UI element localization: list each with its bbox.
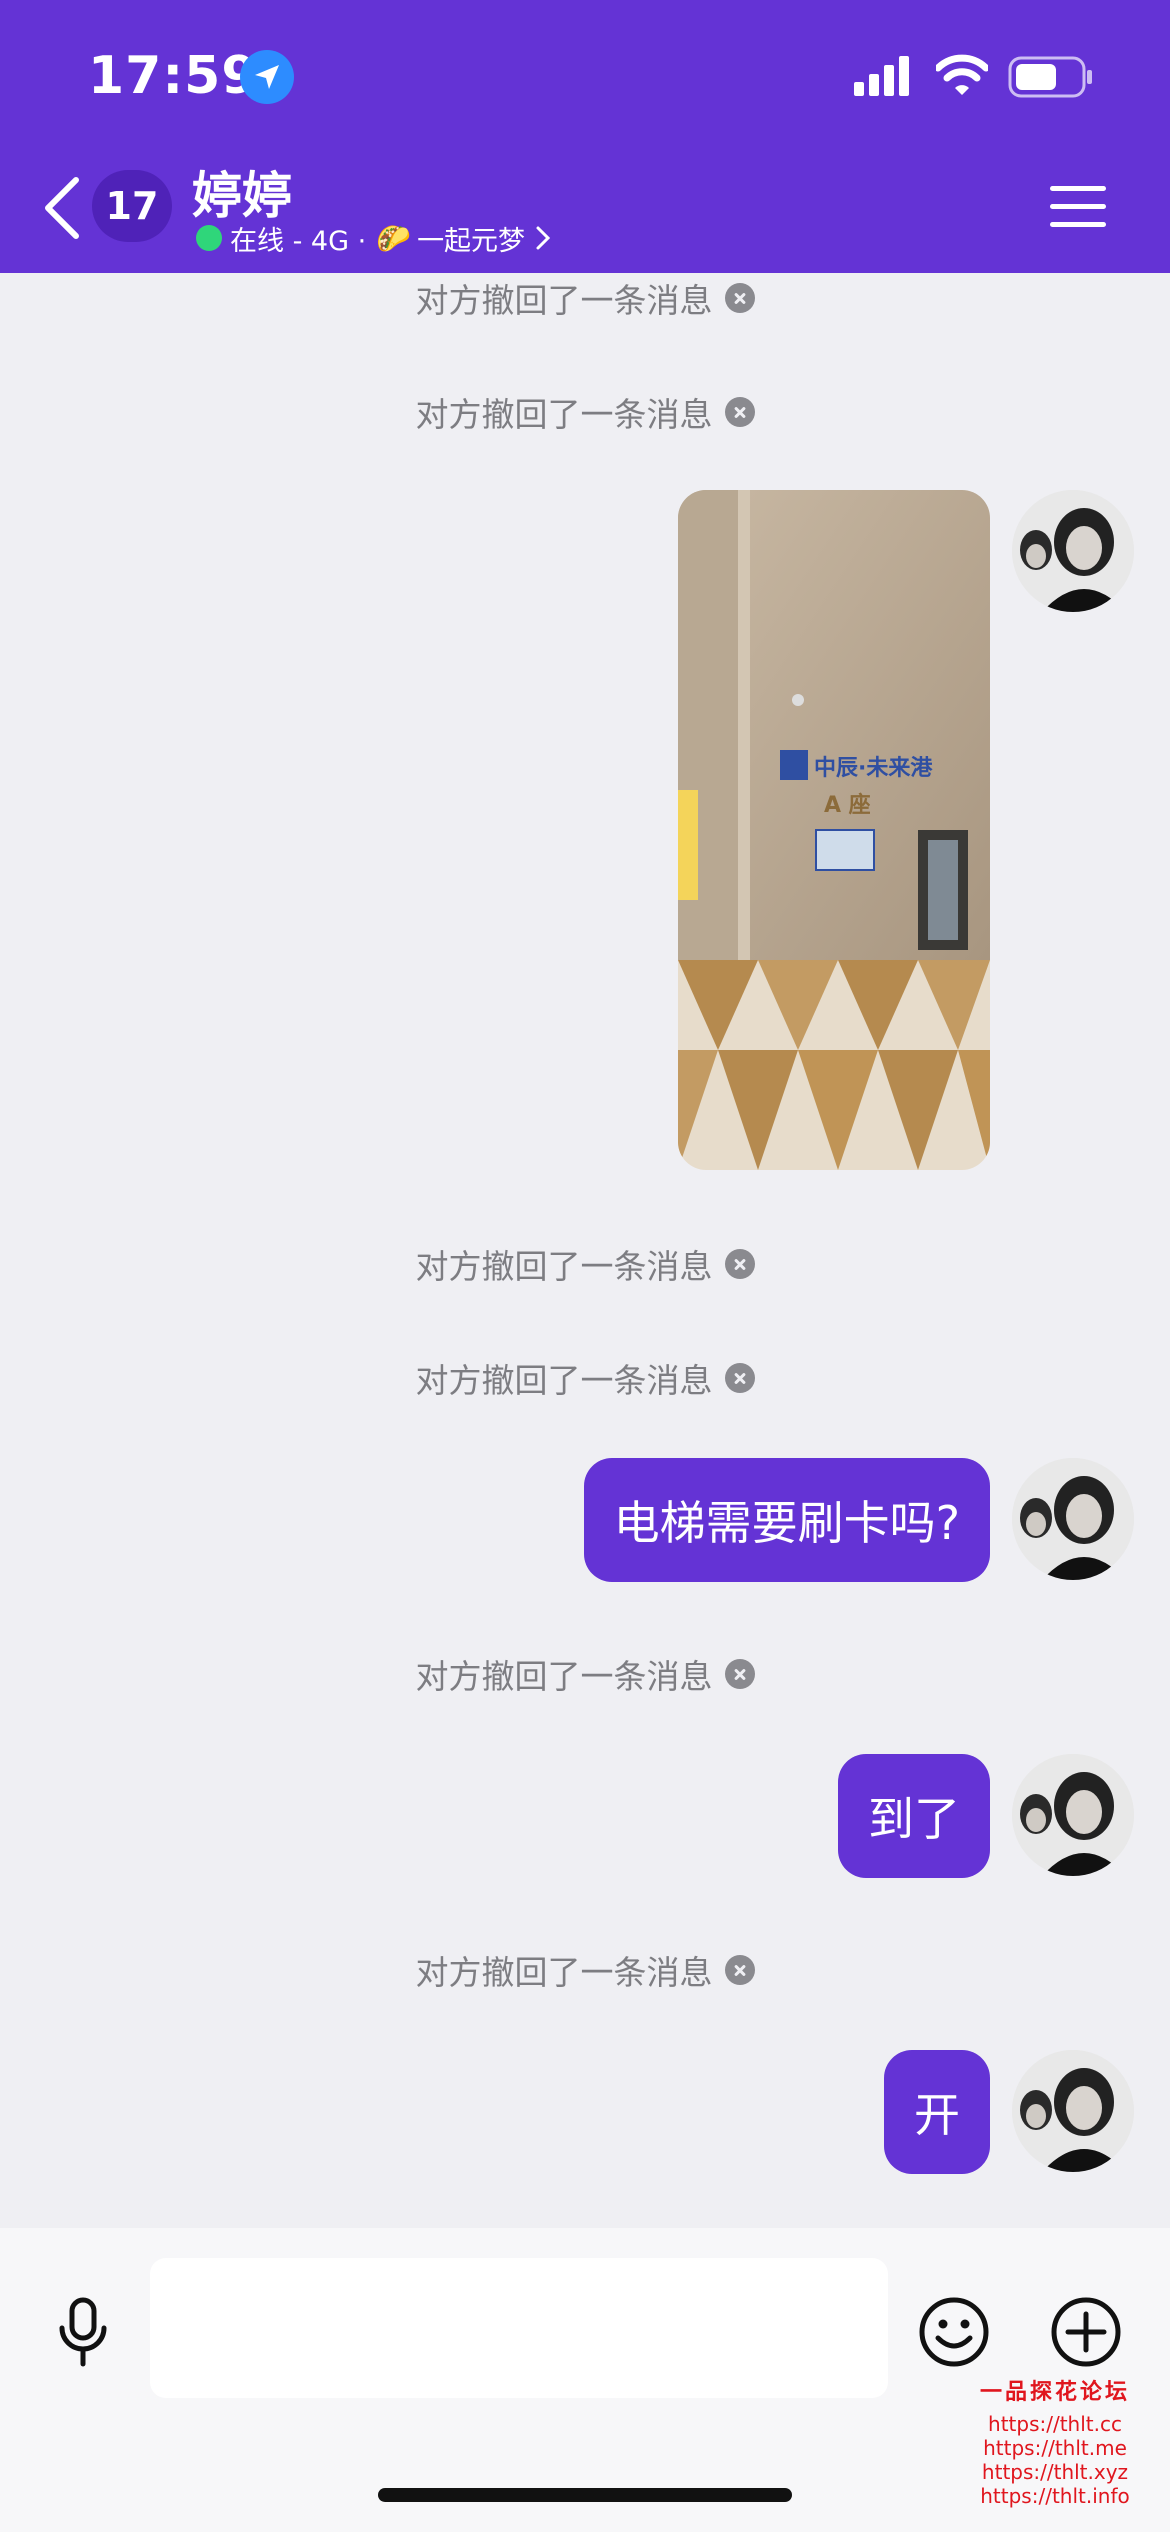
avatar[interactable] (1012, 1754, 1134, 1876)
close-circle-icon[interactable] (724, 1249, 755, 1279)
close-circle-icon[interactable] (724, 397, 755, 427)
online-status-text: 在线 - 4G · (230, 225, 367, 257)
close-circle-icon[interactable] (724, 1659, 755, 1689)
activity-text: 一起元梦 (417, 225, 526, 257)
recall-text: 对方撤回了一条消息 (415, 1247, 713, 1286)
watermark-title: 一品探花论坛 (979, 2379, 1130, 2405)
avatar[interactable] (1012, 2050, 1134, 2172)
chat-screen: 17:59 17 婷婷 在线 - 4G · 🌮 一起元梦 对方撤回了一条消息 对… (0, 0, 1170, 2532)
recall-text: 对方撤回了一条消息 (415, 1361, 713, 1400)
cellular-signal-icon (854, 56, 909, 96)
close-circle-icon[interactable] (724, 1363, 755, 1393)
watermark-url: https://thlt.xyz (981, 2460, 1129, 2484)
recall-text: 对方撤回了一条消息 (415, 395, 713, 434)
watermark-url: https://thlt.cc (988, 2412, 1122, 2436)
recall-text: 对方撤回了一条消息 (415, 281, 713, 320)
avatar[interactable] (1012, 490, 1134, 612)
hamburger-menu-icon[interactable] (1050, 184, 1106, 230)
recall-text: 对方撤回了一条消息 (415, 1953, 713, 1992)
message-input[interactable] (150, 2258, 888, 2398)
contact-name[interactable]: 婷婷 (192, 156, 292, 228)
contact-status[interactable]: 在线 - 4G · 🌮 一起元梦 (196, 220, 551, 257)
recalled-message-notice: 对方撤回了一条消息 (0, 1358, 1170, 1400)
recalled-message-notice: 对方撤回了一条消息 (0, 392, 1170, 434)
close-circle-icon[interactable] (724, 283, 755, 313)
watermark: 一品探花论坛 https://thlt.cc https://thlt.me h… (944, 2380, 1166, 2508)
recalled-message-notice: 对方撤回了一条消息 (0, 1244, 1170, 1286)
back-chevron-icon[interactable] (42, 176, 82, 240)
activity-emoji: 🌮 (376, 221, 412, 255)
chevron-right-icon (536, 226, 551, 250)
avatar[interactable] (1012, 1458, 1134, 1580)
photo-sign-company: 中辰·未来港 (814, 756, 933, 781)
location-arrow-icon (240, 50, 294, 104)
recall-text: 对方撤回了一条消息 (415, 1657, 713, 1696)
smiley-face-icon[interactable] (918, 2296, 990, 2368)
message-bubble[interactable]: 电梯需要刷卡吗? (583, 1458, 990, 1582)
recalled-message-notice: 对方撤回了一条消息 (0, 1654, 1170, 1696)
home-indicator[interactable] (378, 2488, 792, 2502)
message-bubble[interactable]: 到了 (838, 1754, 990, 1878)
plus-circle-icon[interactable] (1050, 2296, 1122, 2368)
wifi-icon (936, 54, 988, 95)
message-bubble[interactable]: 开 (884, 2050, 990, 2174)
watermark-url: https://thlt.me (983, 2436, 1127, 2460)
lobby-photo: 中辰·未来港 A 座 (678, 490, 990, 1170)
online-dot-icon (196, 225, 222, 251)
watermark-url: https://thlt.info (980, 2484, 1130, 2508)
close-circle-icon[interactable] (724, 1955, 755, 1985)
status-time: 17:59 (88, 46, 259, 106)
recalled-message-notice: 对方撤回了一条消息 (0, 278, 1170, 320)
unread-count-badge[interactable]: 17 (92, 170, 172, 242)
image-message[interactable]: 中辰·未来港 A 座 (678, 490, 990, 1170)
photo-sign-block: A 座 (824, 792, 871, 818)
battery-icon (1008, 56, 1092, 98)
microphone-icon[interactable] (54, 2296, 112, 2368)
recalled-message-notice: 对方撤回了一条消息 (0, 1950, 1170, 1992)
chat-header: 17:59 17 婷婷 在线 - 4G · 🌮 一起元梦 (0, 0, 1170, 273)
